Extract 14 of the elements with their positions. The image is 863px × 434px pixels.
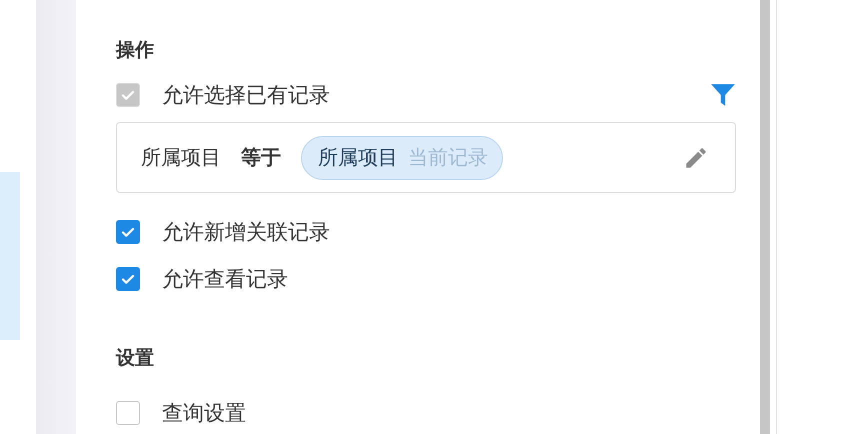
scrollbar[interactable] <box>760 0 770 434</box>
checkbox-label: 允许选择已有记录 <box>162 82 330 109</box>
section-heading: 操作 <box>116 38 155 63</box>
condition-operator: 等于 <box>241 144 281 171</box>
condition-field: 所属项目 <box>141 144 221 171</box>
chip-source: 当前记录 <box>408 144 488 171</box>
checkbox-label: 允许查看记录 <box>162 266 288 293</box>
checkbox[interactable] <box>116 267 140 291</box>
chip-field: 所属项目 <box>318 144 398 171</box>
checkbox-label: 允许新增关联记录 <box>162 219 330 246</box>
checkbox[interactable] <box>116 220 140 244</box>
section-heading: 设置 <box>116 346 155 371</box>
checkbox[interactable] <box>116 401 140 425</box>
checkbox-label: 查询设置 <box>162 400 246 427</box>
